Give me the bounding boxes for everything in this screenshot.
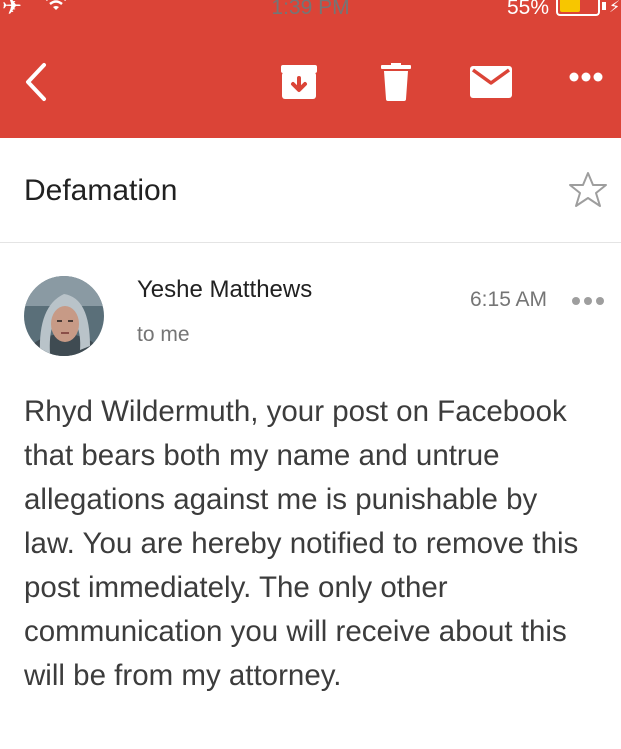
- avatar-photo: [24, 276, 104, 356]
- battery-nub: [602, 2, 606, 10]
- battery-level: [560, 0, 580, 12]
- email-time: 6:15 AM: [470, 288, 548, 311]
- message-more-icon[interactable]: [571, 296, 605, 306]
- star-icon[interactable]: [568, 171, 608, 209]
- charging-icon: ⚡: [609, 0, 621, 16]
- recipient-label[interactable]: to me: [137, 323, 190, 347]
- email-body: Rhyd Wildermuth, your post on Facebook t…: [24, 395, 579, 692]
- app-header: ✈ 1:39 PM 55% ⚡: [0, 0, 621, 138]
- sender-avatar[interactable]: [24, 276, 104, 356]
- status-bar: ✈ 1:39 PM 55% ⚡: [0, 0, 621, 22]
- trash-icon[interactable]: [381, 63, 411, 101]
- battery-percentage: 55%: [506, 0, 549, 19]
- sender-name[interactable]: Yeshe Matthews: [137, 276, 312, 304]
- mail-icon[interactable]: [470, 66, 512, 98]
- back-chevron-icon[interactable]: [22, 62, 50, 102]
- more-horizontal-icon[interactable]: [569, 72, 603, 82]
- archive-icon[interactable]: [280, 64, 318, 100]
- battery-icon: [556, 0, 600, 16]
- email-subject: Defamation: [24, 174, 178, 207]
